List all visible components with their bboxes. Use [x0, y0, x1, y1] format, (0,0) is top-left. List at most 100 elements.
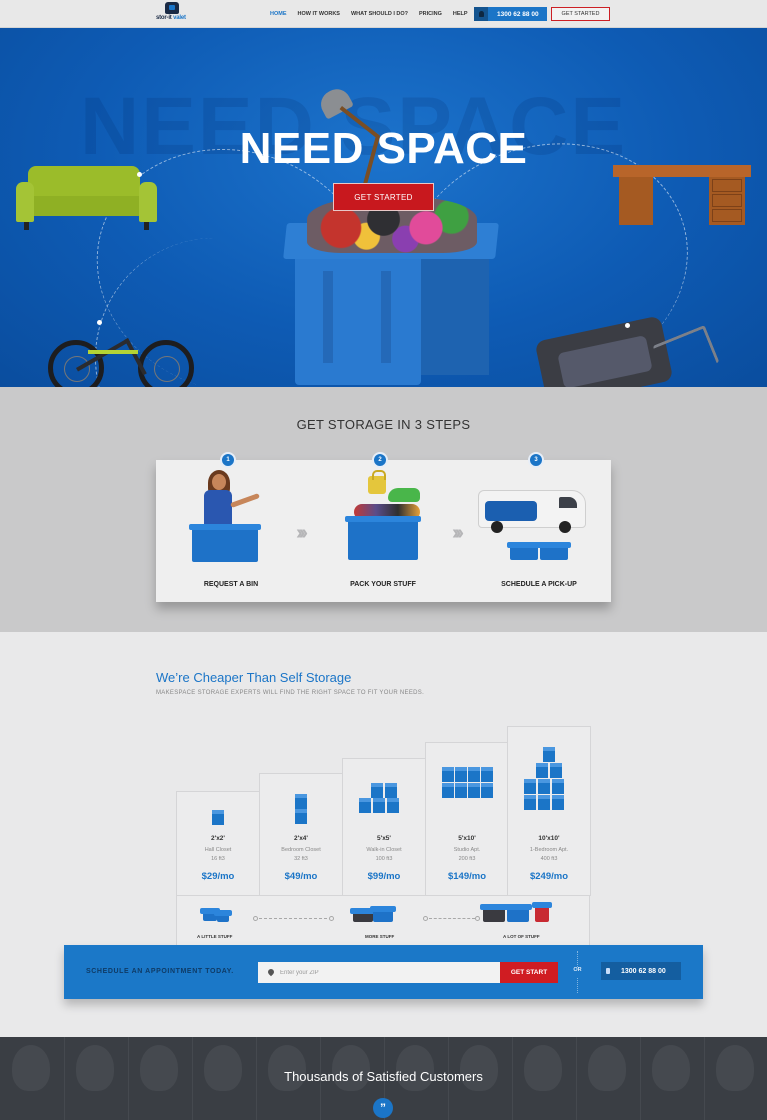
plan-volume: 400 ft3 [540, 856, 558, 862]
dashed-path [429, 918, 475, 919]
steps-section: GET STORAGE IN 3 STEPS 1 REQUEST A BIN ›… [0, 387, 767, 632]
bin-stack-icon [426, 765, 508, 815]
bin-icon [370, 906, 396, 922]
plan-name: Walk-in Closet [366, 847, 402, 853]
plan-size: 2'x4' [294, 835, 308, 842]
bin-icon [189, 524, 261, 562]
steps-card: 1 REQUEST A BIN ››› 2 PACK YOUR STUFF ››… [156, 452, 614, 602]
appointment-phone-button[interactable]: 1300 62 88 00 [601, 962, 681, 980]
bin-icon [537, 542, 571, 560]
zip-field[interactable] [258, 962, 500, 983]
nav-phone-button[interactable]: 1300 62 88 00 [474, 7, 547, 21]
bin-icon [504, 904, 532, 922]
testimonials-title: Thousands of Satisfied Customers [284, 1069, 483, 1084]
plan-name: Studio Apt. [453, 847, 481, 853]
storage-bin-image [283, 197, 499, 387]
location-pin-icon [268, 969, 274, 977]
pricing-subtitle: MAKESPACE STORAGE EXPERTS WILL FIND THE … [156, 690, 425, 696]
furniture-icon [350, 908, 376, 922]
chevron-right-icon: ››› [452, 522, 464, 544]
scale-label-more: MORE STUFF [365, 934, 395, 939]
plan-studio-apt[interactable]: 5'x10' Studio Apt. 200 ft3 $149/mo [425, 742, 509, 896]
plan-size: 10'x10' [538, 835, 560, 842]
plan-size: 2'x2' [211, 835, 225, 842]
plan-volume: 100 ft3 [375, 856, 393, 862]
step-request-bin: 1 REQUEST A BIN [156, 452, 306, 602]
desk-image [613, 165, 751, 227]
bin-stack-icon [508, 747, 590, 810]
hero: NEED SPACE NEED SPACE GET STARTED [0, 28, 767, 387]
path-dot [97, 320, 102, 325]
plan-hall-closet[interactable]: 2'x2' Hall Closet 16 ft3 $29/mo [176, 791, 260, 896]
plan-price: $29/mo [201, 871, 235, 882]
scale-label-lot: A LOT OF STUFF [503, 934, 540, 939]
step-label: REQUEST A BIN [203, 581, 259, 588]
step-label: SCHEDULE A PICK-UP [501, 581, 577, 588]
get-start-button[interactable]: GET START [500, 962, 558, 983]
chevron-right-icon: ››› [296, 522, 308, 544]
step-pack-stuff: 2 PACK YOUR STUFF [308, 452, 458, 602]
nav-help[interactable]: HELP [453, 11, 468, 17]
top-nav: stor-it valet HOME HOW IT WORKS WHAT SHO… [0, 0, 767, 28]
nav-links: HOME HOW IT WORKS WHAT SHOULD I DO? PRIC… [270, 11, 479, 17]
scale-label-little: A LITTLE STUFF [197, 934, 233, 939]
pricing-title: We’re Cheaper Than Self Storage [156, 670, 352, 685]
bin-icon [345, 516, 421, 560]
appointment-band: SCHEDULE AN APPOINTMENT TODAY. GET START… [64, 945, 703, 999]
plan-name: 1-Bedroom Apt. [529, 847, 569, 853]
step-schedule-pickup: 3 SCHEDULE A PICK-UP [464, 452, 614, 602]
nav-pricing[interactable]: PRICING [419, 11, 442, 17]
stuff-scale: A LITTLE STUFF MORE STUFF A LOT OF STUFF [176, 895, 590, 947]
nav-get-started-button[interactable]: GET STARTED [551, 7, 610, 21]
quote-icon[interactable]: ” [373, 1098, 393, 1118]
plan-volume: 32 ft3 [294, 856, 308, 862]
bin-icon [507, 542, 541, 560]
sofa-image [16, 166, 157, 232]
hero-title: NEED SPACE [239, 124, 528, 173]
phone-icon [601, 962, 615, 980]
dashed-path [259, 918, 327, 919]
step-label: PACK YOUR STUFF [350, 581, 416, 588]
plan-price: $99/mo [367, 871, 401, 882]
plan-walk-in-closet[interactable]: 5'x5' Walk-in Closet 100 ft3 $99/mo [342, 758, 426, 896]
shoe-icon [388, 488, 420, 502]
plan-size: 5'x10' [458, 835, 476, 842]
nav-phone-number: 1300 62 88 00 [497, 10, 539, 18]
support-agent-icon [474, 7, 488, 21]
bin-stack-icon [260, 792, 342, 828]
step-number: 3 [528, 452, 544, 468]
step-number: 1 [220, 452, 236, 468]
furniture-icon [480, 904, 508, 922]
appointment-phone-number: 1300 62 88 00 [621, 967, 666, 975]
zip-input[interactable] [280, 969, 480, 976]
bin-icon [214, 910, 232, 922]
plan-size: 5'x5' [377, 835, 391, 842]
hero-get-started-button[interactable]: GET STARTED [333, 183, 434, 211]
plan-volume: 200 ft3 [458, 856, 476, 862]
plan-1-bedroom-apt[interactable]: 10'x10' 1-Bedroom Apt. 400 ft3 $249/mo [507, 726, 591, 896]
or-label: OR [571, 967, 584, 977]
nav-home[interactable]: HOME [270, 11, 287, 17]
bin-stack-icon [343, 781, 425, 821]
path-dot [625, 323, 630, 328]
step-number: 2 [372, 452, 388, 468]
steps-title: GET STORAGE IN 3 STEPS [296, 417, 471, 432]
plan-bedroom-closet[interactable]: 2'x4' Bedroom Closet 32 ft3 $49/mo [259, 773, 343, 896]
bin-stack-icon [177, 808, 259, 828]
suitcase-image [534, 315, 720, 387]
plan-name: Bedroom Closet [281, 847, 321, 853]
nav-what-should-i-do[interactable]: WHAT SHOULD I DO? [351, 11, 408, 17]
logo-text: stor-it valet [156, 15, 186, 21]
plan-price: $249/mo [529, 871, 569, 882]
suitcase-icon [532, 902, 552, 922]
appointment-label: SCHEDULE AN APPOINTMENT TODAY. [86, 968, 234, 975]
plan-name: Hall Closet [204, 847, 232, 853]
bicycle-image [48, 320, 196, 387]
nav-how-it-works[interactable]: HOW IT WORKS [298, 11, 340, 17]
plan-price: $49/mo [284, 871, 318, 882]
handbag-icon [368, 470, 386, 494]
testimonials-section: Thousands of Satisfied Customers ” [0, 1037, 767, 1120]
plan-price: $149/mo [447, 871, 487, 882]
van-image [478, 490, 586, 533]
logo[interactable]: stor-it valet [156, 2, 188, 26]
